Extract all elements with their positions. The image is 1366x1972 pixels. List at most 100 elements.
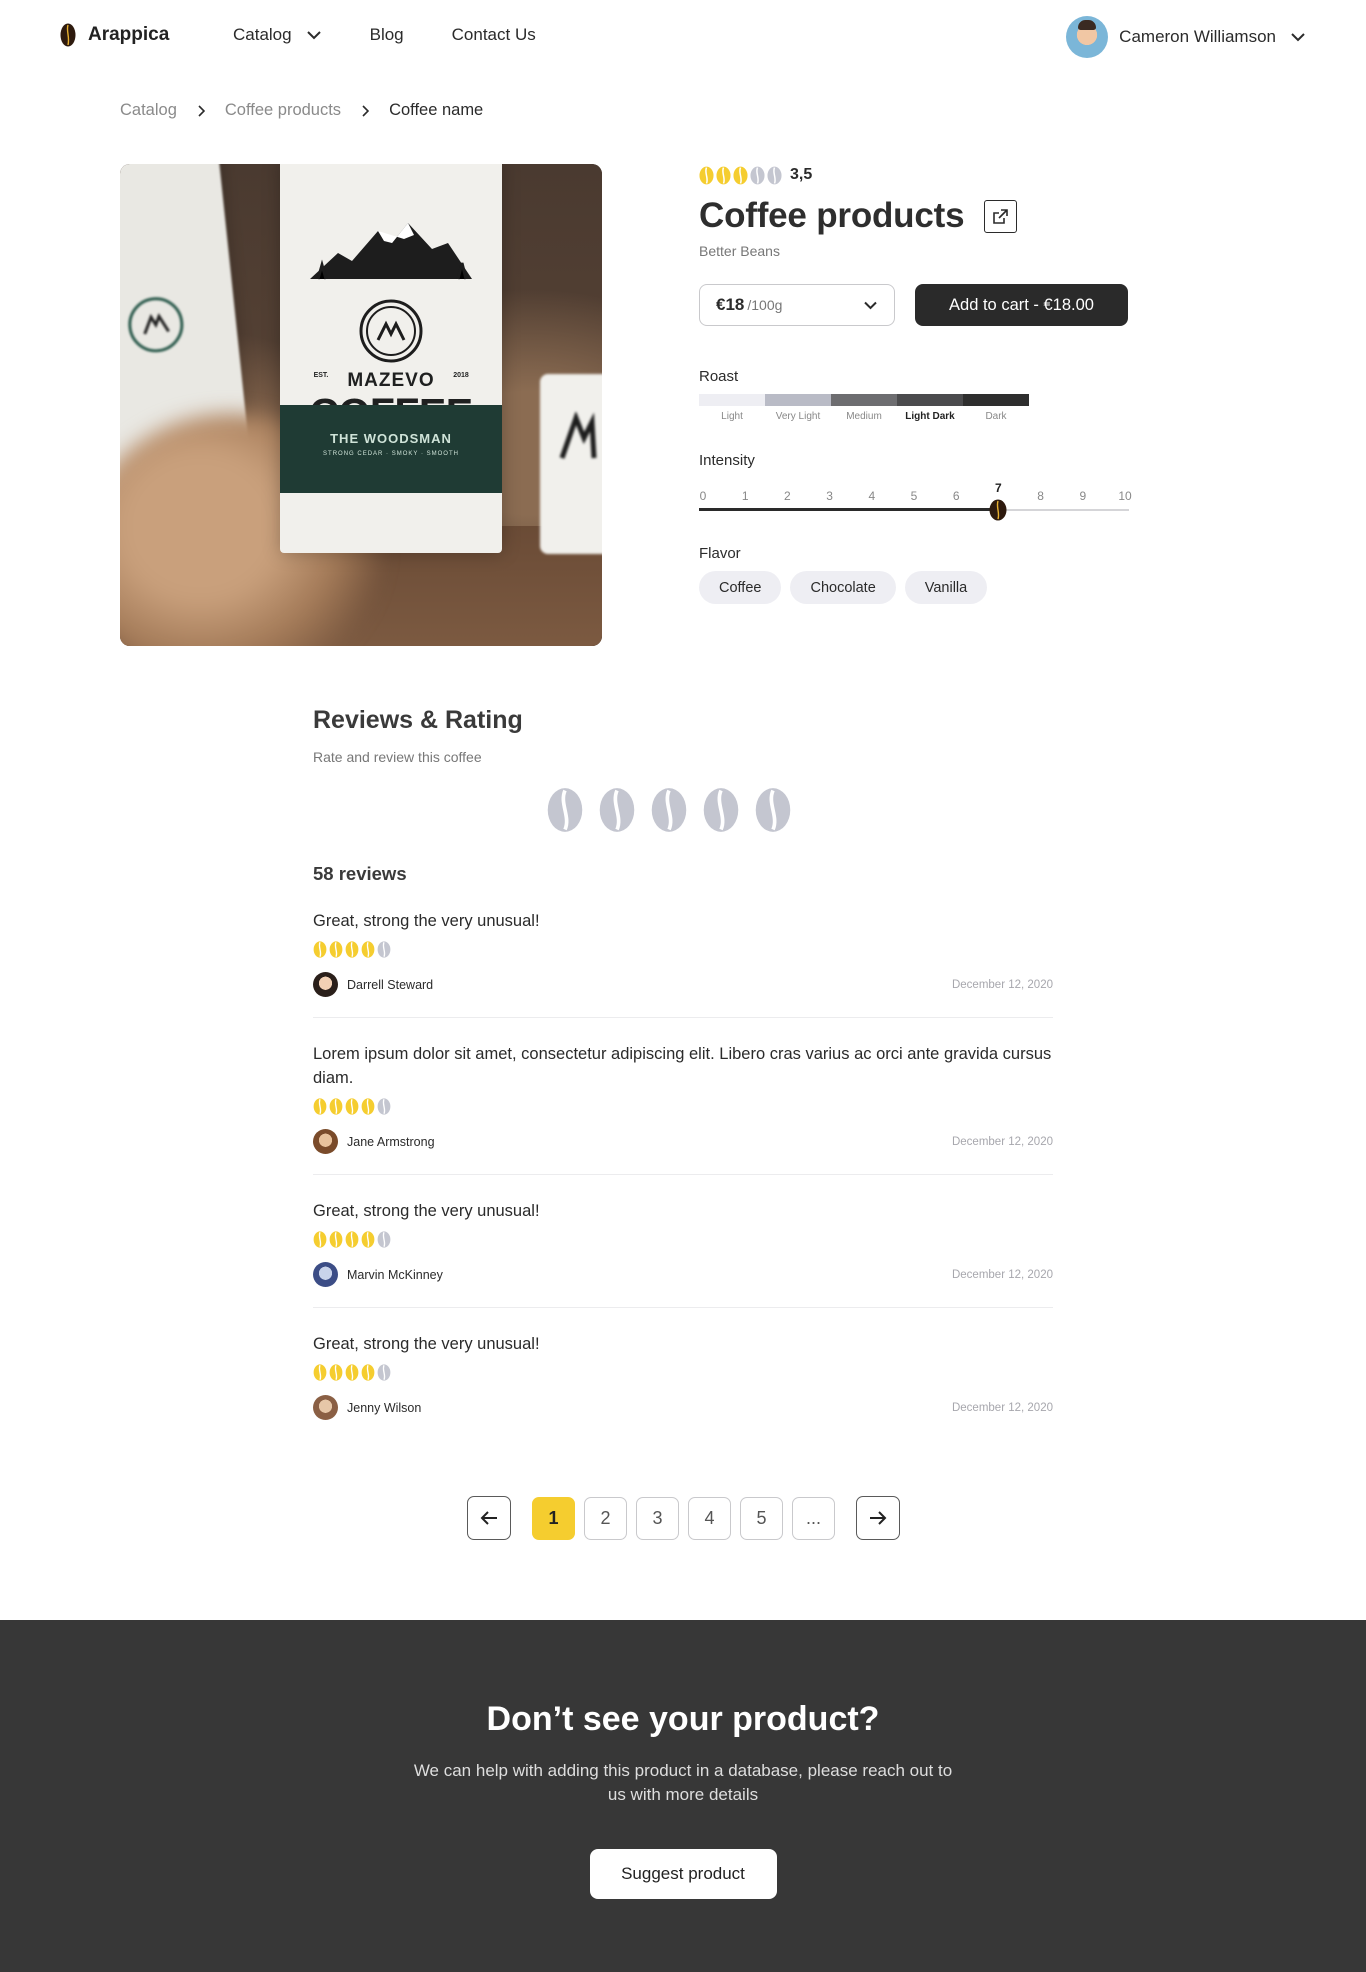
user-menu[interactable]: Cameron Williamson: [1066, 16, 1306, 58]
product-details: 3,5 Coffee products Better Beans €18/100…: [699, 164, 1132, 604]
intensity-selected-label: 7: [995, 481, 1002, 495]
review-item: Lorem ipsum dolor sit amet, consectetur …: [313, 1018, 1053, 1175]
cup-logo-icon: [559, 412, 597, 459]
suggest-product-button[interactable]: Suggest product: [589, 1849, 777, 1899]
reviewer-name: Darrell Steward: [347, 977, 434, 992]
bag-year: 2018: [453, 372, 469, 379]
page-button[interactable]: 3: [636, 1496, 679, 1540]
page-button[interactable]: 1: [532, 1496, 575, 1540]
roast-level-label: Light: [721, 411, 743, 422]
reviews-title: Reviews & Rating: [313, 706, 523, 734]
prev-page-button[interactable]: [467, 1496, 511, 1540]
filled-bean-icon: [329, 1364, 343, 1381]
intensity-section: Intensity 0 1 2 3 4 5 6 7 8 9 10: [699, 452, 1132, 521]
reviews-count: 58 reviews: [313, 863, 407, 884]
reviewer-avatar: [313, 1395, 338, 1420]
filled-bean-icon: [361, 941, 375, 958]
filled-bean-icon: [345, 1364, 359, 1381]
page-ellipsis[interactable]: ...: [792, 1496, 835, 1540]
image-bag-main: MAZEVO EST. 2018 COFFEE 12oz 340g THE WO…: [280, 164, 502, 553]
bag-emblem-icon: [359, 299, 423, 363]
review-rating: [313, 1098, 1053, 1115]
intensity-slider[interactable]: 0 1 2 3 4 5 6 7 8 9 10: [699, 469, 1132, 521]
rating-value: 3,5: [790, 166, 813, 183]
buy-row: €18/100g Add to cart - €18.00: [699, 284, 1129, 326]
flavor-chip[interactable]: Chocolate: [790, 571, 896, 604]
filled-bean-icon: [361, 1231, 375, 1248]
pagination: 1 2 3 4 5...: [467, 1496, 900, 1540]
rate-bean-icon[interactable]: [598, 787, 636, 833]
page-button[interactable]: 5: [740, 1496, 783, 1540]
empty-bean-icon: [377, 1098, 391, 1115]
intensity-tick-label: 4: [868, 489, 876, 503]
intensity-tick-label: 0: [699, 489, 707, 503]
filled-bean-icon: [361, 1364, 375, 1381]
reviews-subtitle: Rate and review this coffee: [313, 749, 482, 765]
intensity-tick-label: 3: [826, 489, 833, 503]
flavor-chip[interactable]: Coffee: [699, 571, 782, 604]
review-date: December 12, 2020: [951, 1135, 1053, 1148]
roast-bar: [699, 394, 1029, 406]
product-title: Coffee products: [699, 196, 965, 235]
review-meta: Darrell Steward December 12, 2020: [313, 972, 1053, 997]
roast-segment: [765, 394, 831, 406]
rating-beans: [699, 166, 782, 185]
nav-contact-label: Contact Us: [451, 25, 536, 44]
nav-contact[interactable]: Contact Us: [452, 25, 536, 45]
filled-bean-icon: [313, 941, 327, 958]
intensity-tick-label: 2: [784, 489, 791, 503]
price-select[interactable]: €18/100g: [699, 284, 895, 326]
arrow-right-icon: [870, 1511, 887, 1525]
roast-labels: Light Very Light Medium Light Dark Dark: [699, 411, 1029, 422]
intensity-tick-label: 8: [1037, 489, 1044, 503]
review-rating: [313, 1364, 1053, 1381]
flavor-section: Flavor Coffee Chocolate Vanilla: [699, 545, 1129, 604]
footer-title: Don’t see your product?: [486, 1700, 880, 1738]
flavor-chip[interactable]: Vanilla: [904, 571, 988, 604]
product-brand: Better Beans: [699, 243, 780, 259]
user-avatar: [1066, 16, 1109, 58]
nav-catalog[interactable]: Catalog: [233, 25, 322, 45]
empty-bean-icon: [377, 941, 391, 958]
rate-bean-icon[interactable]: [650, 787, 688, 833]
empty-bean-icon: [377, 1231, 391, 1248]
top-nav: Arappica Catalog Blog Contact Us Cameron…: [0, 0, 1366, 72]
rate-bean-icon[interactable]: [754, 787, 792, 833]
flavor-chips: Coffee Chocolate Vanilla: [699, 571, 1129, 604]
filled-bean-icon: [699, 166, 714, 184]
breadcrumb-coffee-products[interactable]: Coffee products: [225, 101, 341, 120]
empty-bean-icon: [750, 166, 765, 184]
intensity-fill: [699, 508, 999, 511]
coffee-bean-thumb-icon[interactable]: [989, 499, 1007, 521]
page-button[interactable]: 2: [584, 1496, 627, 1540]
nav-blog-label: Blog: [369, 25, 404, 44]
chevron-down-icon: [864, 301, 877, 309]
review-date: December 12, 2020: [951, 1268, 1053, 1281]
price-value-wrap: €18/100g: [716, 295, 782, 315]
filled-bean-icon: [313, 1098, 327, 1115]
share-button[interactable]: [984, 199, 1018, 233]
add-to-cart-button[interactable]: Add to cart - €18.00: [915, 284, 1128, 326]
logo[interactable]: Arappica: [60, 23, 169, 47]
reviewer-avatar: [313, 1262, 338, 1287]
review-text: Great, strong the very unusual!: [313, 1335, 540, 1353]
filled-bean-icon: [345, 941, 359, 958]
product-image: MAZEVO EST. 2018 COFFEE 12oz 340g THE WO…: [120, 164, 602, 646]
nav-blog[interactable]: Blog: [370, 25, 404, 45]
breadcrumb-catalog[interactable]: Catalog: [120, 101, 177, 120]
roast-level-label: Dark: [985, 411, 1007, 422]
filled-bean-icon: [345, 1231, 359, 1248]
title-row: Coffee products: [699, 196, 1129, 236]
user-name: Cameron Williamson: [1119, 27, 1276, 46]
nav-catalog-label: Catalog: [233, 25, 292, 44]
rate-bean-icon[interactable]: [546, 787, 584, 833]
review-rating: [313, 1231, 1053, 1248]
nav-links: Catalog Blog Contact Us: [233, 25, 584, 45]
review-item: Great, strong the very unusual! Marvin Mc…: [313, 1175, 1053, 1308]
review-list: Great, strong the very unusual! Darrell S…: [313, 885, 1053, 1440]
rate-bean-icon[interactable]: [702, 787, 740, 833]
next-page-button[interactable]: [856, 1496, 900, 1540]
roast-segment: [699, 394, 765, 406]
logo-text: Arappica: [88, 24, 170, 45]
page-button[interactable]: 4: [688, 1496, 731, 1540]
